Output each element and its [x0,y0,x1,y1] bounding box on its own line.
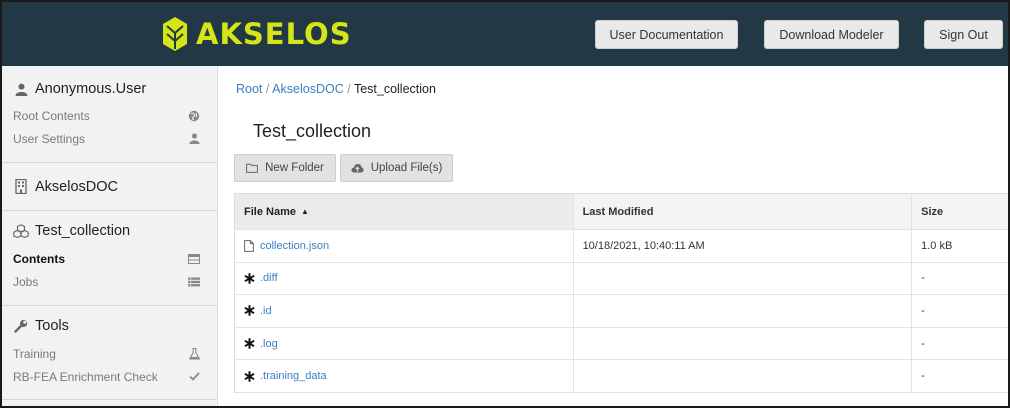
asterisk-icon [244,272,256,284]
flask-icon [187,347,201,361]
globe-icon [187,109,201,123]
sidebar-user-section: Anonymous.User Root Contents User Settin… [2,66,217,163]
sidebar-project-section: AkselosDOC [2,163,217,211]
sidebar-item-label: Jobs [13,274,39,289]
table-icon [187,252,201,266]
size-cell: - [921,272,925,285]
file-name-cell: .diff [235,262,574,295]
upload-files-label: Upload File(s) [370,162,443,174]
building-icon [13,179,29,195]
top-bar: AKSELOS User Documentation Download Mode… [2,2,1008,66]
sidebar-item-contents[interactable]: Contents [2,247,217,270]
sidebar-item-label: Contents [13,251,65,266]
sidebar-user-header: Anonymous.User [2,79,217,99]
breadcrumb: Root / AkselosDOC / Test_collection [236,82,436,96]
column-header-label: File Name [244,205,296,218]
sidebar-user-name: Anonymous.User [35,81,147,97]
last-modified-cell [574,295,913,327]
size-cell: - [921,370,925,383]
user-documentation-button[interactable]: User Documentation [595,20,738,49]
sidebar-item-label: Root Contents [13,108,90,123]
download-modeler-button[interactable]: Download Modeler [764,20,899,49]
size-cell: - [921,337,925,350]
logo-hexagon-icon [163,17,187,51]
sidebar: Anonymous.User Root Contents User Settin… [2,66,218,406]
table-row: .log - [235,327,1008,361]
sidebar-collection-section: Test_collection Contents Jobs [2,211,217,306]
breadcrumb-current: Test_collection [353,82,436,96]
files-table: File Name ▲ Last Modified Size collectio… [234,193,1008,393]
asterisk-icon [244,305,256,317]
sidebar-tools-name: Tools [35,318,69,334]
file-name-cell: .id [235,295,574,327]
file-link[interactable]: .training_data [260,370,327,382]
wrench-icon [13,318,29,334]
table-header-row: File Name ▲ Last Modified Size [235,194,1008,230]
logo[interactable]: AKSELOS [162,16,352,52]
cubes-icon [13,223,29,239]
breadcrumb-root-link[interactable]: Root [236,82,262,96]
column-header-file-name[interactable]: File Name ▲ [235,194,574,229]
column-header-last-modified[interactable]: Last Modified [574,194,913,229]
last-modified-cell: 10/18/2021, 10:40:11 AM [574,230,913,262]
sidebar-tools-header: Tools [2,316,217,336]
size-cell: 1.0 kB [921,239,953,252]
asterisk-icon [244,338,256,350]
table-row: .training_data - [235,360,1008,393]
sidebar-collection-header: Test_collection [2,221,217,241]
cloud-upload-icon [351,164,364,173]
sidebar-item-training[interactable]: Training [2,342,217,365]
user-icon [187,132,201,146]
file-icon [244,239,256,252]
last-modified-cell [574,327,913,360]
sidebar-item-label: RB-FEA Enrichment Check [13,369,158,384]
file-link[interactable]: .diff [260,272,278,284]
sidebar-item-rb-fea-enrichment-check[interactable]: RB-FEA Enrichment Check [2,365,217,388]
breadcrumb-parent-link[interactable]: AkselosDOC [272,82,344,96]
user-icon [13,81,29,97]
check-icon [187,370,201,384]
breadcrumb-separator: / [347,82,351,96]
upload-files-button[interactable]: Upload File(s) [340,154,453,182]
sidebar-item-user-settings[interactable]: User Settings [2,127,217,150]
sidebar-item-label: User Settings [13,131,86,146]
sidebar-project-name: AkselosDOC [35,178,118,195]
sidebar-tools-section: Tools Training RB-FEA Enrichment Check [2,306,217,400]
size-cell: - [921,304,925,317]
table-row: collection.json 10/18/2021, 10:40:11 AM … [235,230,1008,263]
page-title: Test_collection [253,121,372,141]
app-frame: AKSELOS User Documentation Download Mode… [0,0,1010,408]
file-name-cell: collection.json [235,230,574,262]
sign-out-button[interactable]: Sign Out [924,20,1003,49]
sidebar-item-label: Training [13,346,56,361]
table-row: .diff - [235,262,1008,296]
last-modified-cell [574,262,913,295]
logo-text: AKSELOS [196,17,352,51]
sort-ascending-icon: ▲ [300,207,309,216]
new-folder-button[interactable]: New Folder [234,154,336,182]
column-header-size[interactable]: Size [912,194,1008,229]
sidebar-collection-name: Test_collection [35,223,131,239]
last-modified-cell [574,360,913,392]
folder-icon [246,163,258,173]
asterisk-icon [244,370,256,382]
sidebar-item-root-contents[interactable]: Root Contents [2,104,217,127]
file-link[interactable]: collection.json [260,240,329,252]
sidebar-project-link[interactable]: AkselosDOC [2,179,118,195]
file-name-cell: .training_data [235,360,574,392]
list-icon [187,275,201,289]
file-link[interactable]: .log [260,338,278,350]
table-row: .id - [235,295,1008,328]
sidebar-item-jobs[interactable]: Jobs [2,270,217,293]
breadcrumb-separator: / [265,82,270,96]
file-name-cell: .log [235,327,574,360]
file-link[interactable]: .id [260,305,272,317]
new-folder-label: New Folder [265,162,324,174]
